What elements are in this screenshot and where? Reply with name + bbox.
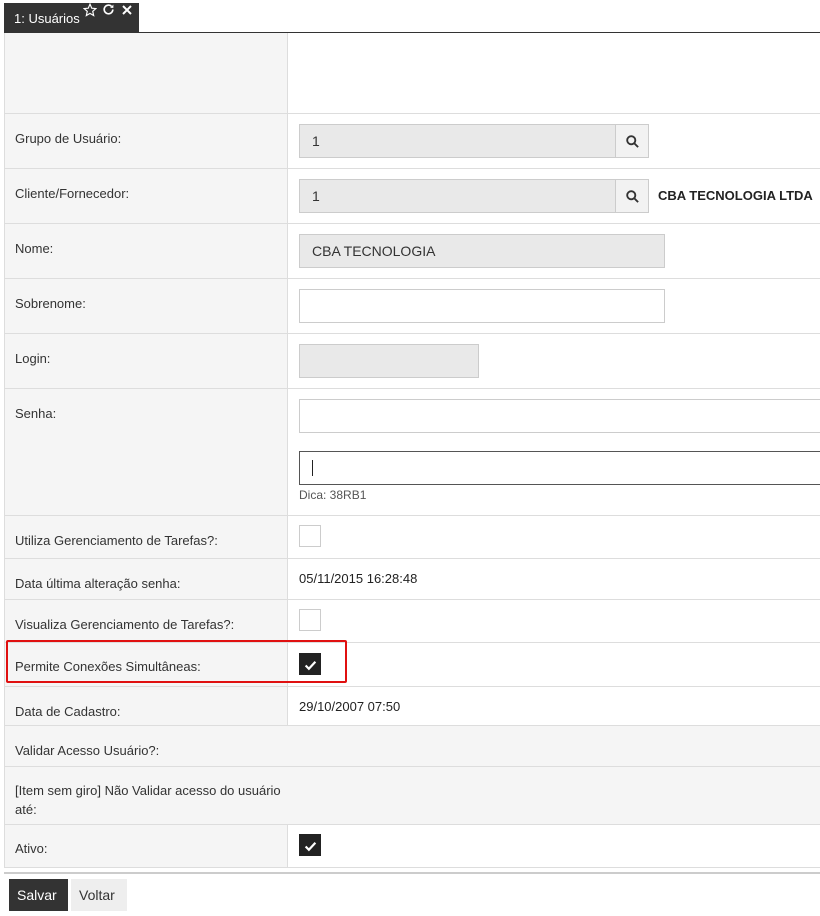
nao-validar-label: [Item sem giro] Não Validar acesso do us… <box>15 783 281 817</box>
text-caret <box>312 460 313 476</box>
sobrenome-label: Sobrenome: <box>15 296 86 311</box>
form-row-validar-acesso: Validar Acesso Usuário?: <box>5 726 820 767</box>
check-icon <box>304 840 317 855</box>
label-cell <box>5 33 288 113</box>
form-row-utiliza-tarefas: Utiliza Gerenciamento de Tarefas?: <box>5 516 820 559</box>
value-cell <box>289 33 820 113</box>
tab-label: 1: Usuários <box>14 11 80 26</box>
login-label: Login: <box>15 351 51 366</box>
form-row-ativo: Ativo: <box>5 825 820 868</box>
data-alteracao-label: Data última alteração senha: <box>15 576 181 591</box>
form-row-grupo: Grupo de Usuário: 1 <box>5 114 820 169</box>
grupo-input[interactable]: 1 <box>299 124 616 158</box>
nome-label: Nome: <box>15 241 54 256</box>
login-input[interactable] <box>299 344 479 378</box>
nome-input[interactable]: CBA TECNOLOGIA <box>299 234 665 268</box>
cliente-input[interactable]: 1 <box>299 179 616 213</box>
tab-usuarios[interactable]: 1: Usuários <box>4 2 139 32</box>
senha-confirm-input[interactable] <box>299 451 820 485</box>
utiliza-tarefas-checkbox[interactable] <box>299 525 321 547</box>
visualiza-tarefas-label: Visualiza Gerenciamento de Tarefas?: <box>15 617 235 632</box>
cliente-name-text: CBA TECNOLOGIA LTDA <box>658 188 813 203</box>
utiliza-tarefas-label: Utiliza Gerenciamento de Tarefas?: <box>15 533 218 548</box>
senha-input[interactable] <box>299 399 820 433</box>
search-icon <box>625 134 640 152</box>
sobrenome-input[interactable] <box>299 289 665 323</box>
cliente-label: Cliente/Fornecedor: <box>15 186 130 201</box>
visualiza-tarefas-checkbox[interactable] <box>299 609 321 631</box>
form-row-nome: Nome: CBA TECNOLOGIA <box>5 224 820 279</box>
ativo-label: Ativo: <box>15 841 48 856</box>
search-icon <box>625 189 640 207</box>
tab-bar: 1: Usuários <box>4 0 820 33</box>
form-row-login: Login: <box>5 334 820 389</box>
grupo-label: Grupo de Usuário: <box>15 131 122 146</box>
form-row-data-alteracao: Data última alteração senha: 05/11/2015 … <box>5 559 820 600</box>
user-form: Grupo de Usuário: 1 Cliente/Fornecedor: … <box>4 33 820 868</box>
ativo-checkbox[interactable] <box>299 834 321 856</box>
highlight-box <box>6 640 347 683</box>
form-row-nao-validar: [Item sem giro] Não Validar acesso do us… <box>5 767 820 825</box>
form-row-visualiza-tarefas: Visualiza Gerenciamento de Tarefas?: <box>5 600 820 643</box>
data-cadastro-value: 29/10/2007 07:50 <box>299 699 401 714</box>
form-row-empty <box>5 33 820 114</box>
refresh-icon[interactable] <box>102 3 115 19</box>
form-row-data-cadastro: Data de Cadastro: 29/10/2007 07:50 <box>5 687 820 726</box>
senha-label: Senha: <box>15 406 57 421</box>
form-row-cliente: Cliente/Fornecedor: 1 CBA TECNOLOGIA LTD… <box>5 169 820 224</box>
senha-hint: Dica: 38RB1 <box>299 488 367 502</box>
data-cadastro-label: Data de Cadastro: <box>15 704 121 719</box>
form-row-senha: Senha: Dica: 38RB1 <box>5 389 820 516</box>
cliente-search-button[interactable] <box>615 179 649 213</box>
grupo-search-button[interactable] <box>615 124 649 158</box>
validar-acesso-label: Validar Acesso Usuário?: <box>15 743 160 758</box>
back-button[interactable]: Voltar <box>71 879 127 911</box>
form-row-sobrenome: Sobrenome: <box>5 279 820 334</box>
save-button[interactable]: Salvar <box>9 879 68 911</box>
form-footer: Salvar Voltar <box>4 872 820 916</box>
data-alteracao-value: 05/11/2015 16:28:48 <box>299 571 418 586</box>
star-outline-icon[interactable] <box>82 2 98 20</box>
close-icon[interactable] <box>121 3 133 19</box>
